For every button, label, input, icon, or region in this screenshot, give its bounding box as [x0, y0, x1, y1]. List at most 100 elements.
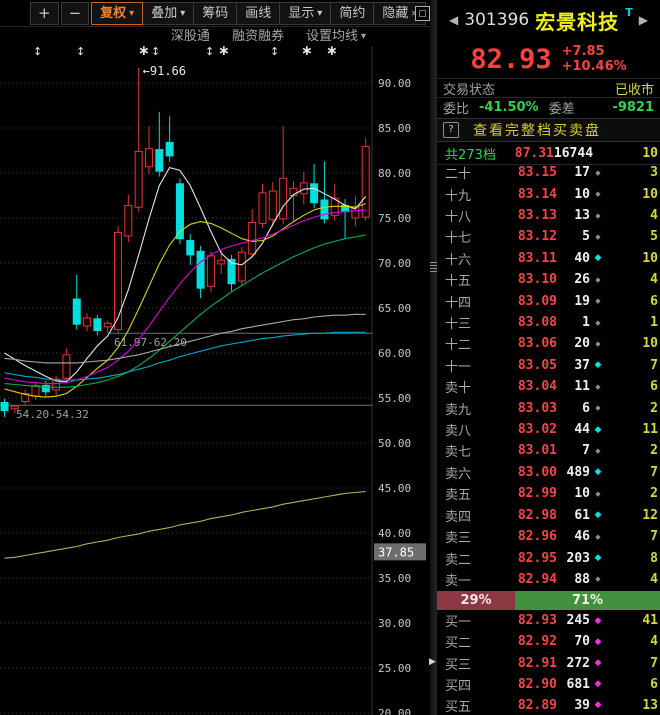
order-diamond-icon: ◆: [590, 658, 606, 668]
fullscreen-icon[interactable]: [415, 6, 430, 21]
buy-level-row[interactable]: 买二82.9270◆4: [437, 631, 660, 652]
toolbar-divider: [0, 26, 430, 27]
sell-level-row[interactable]: 卖八83.0244◆11: [437, 419, 660, 440]
sell-level-row[interactable]: 十一83.0537◆7: [437, 355, 660, 376]
sell-level-row[interactable]: 二十83.1517◆3: [437, 162, 660, 183]
panel-divider[interactable]: ▶: [430, 0, 437, 715]
sell-level-row[interactable]: 卖四82.9861◆12: [437, 505, 660, 526]
toolbar-button-叠加[interactable]: 叠加▾: [143, 2, 194, 25]
sell-level-row[interactable]: 十三83.081◆1: [437, 312, 660, 333]
sell-level-row[interactable]: 卖七83.017◆2: [437, 440, 660, 461]
sell-level-row[interactable]: 十八83.1313◆4: [437, 205, 660, 226]
sell-level-row[interactable]: 十四83.0919◆6: [437, 290, 660, 311]
level-price: 83.14: [487, 187, 557, 202]
level-volume: 70: [557, 634, 590, 649]
chevron-down-icon: ▾: [361, 28, 366, 45]
level-order-count: 4: [606, 272, 658, 287]
full-orderbook-link[interactable]: ? 查看完整档买卖盘: [437, 118, 660, 142]
subnav-item-融资融券[interactable]: 融资融券: [232, 28, 284, 45]
order-diamond-icon: ◆: [590, 510, 606, 520]
sell-level-row[interactable]: 十六83.1140◆10: [437, 248, 660, 269]
buy-ratio: 71%: [515, 591, 660, 610]
level-label: 十四: [445, 292, 487, 311]
order-diamond-icon: ◆: [590, 446, 606, 456]
svg-text:60.00: 60.00: [378, 347, 411, 360]
sell-level-row[interactable]: 十二83.0620◆10: [437, 333, 660, 354]
level-label: 十九: [445, 185, 487, 204]
svg-text:35.00: 35.00: [378, 572, 411, 585]
level-volume: 40: [557, 251, 590, 266]
level-label: 十六: [445, 249, 487, 268]
stock-name: 宏景科技: [535, 6, 619, 35]
level-volume: 20: [557, 336, 590, 351]
buy-level-row[interactable]: 买四82.90681◆6: [437, 674, 660, 695]
svg-text:54.20-54.32: 54.20-54.32: [16, 408, 89, 421]
divider-grip-icon[interactable]: [430, 262, 437, 273]
toolbar-button-−[interactable]: −: [61, 2, 90, 25]
level-order-count: 7: [606, 465, 658, 480]
buy-level-row[interactable]: 买一82.93245◆41: [437, 610, 660, 631]
prev-stock-arrow-icon[interactable]: ◀: [449, 13, 458, 27]
buy-level-row[interactable]: 买五82.8939◆13: [437, 695, 660, 715]
level-price: 82.90: [487, 677, 557, 692]
level-volume: 7: [557, 443, 590, 458]
help-icon[interactable]: ?: [443, 122, 459, 138]
level-volume: 17: [557, 165, 590, 180]
toolbar-button-筹码[interactable]: 筹码: [194, 2, 237, 25]
level-label: 十七: [445, 227, 487, 246]
level-label: 买五: [445, 696, 487, 715]
order-diamond-icon: ◆: [590, 532, 606, 542]
sell-level-row[interactable]: 卖十83.0411◆6: [437, 376, 660, 397]
sell-level-row[interactable]: 卖二82.95203◆8: [437, 547, 660, 568]
level-price: 82.98: [487, 508, 557, 523]
level-price: 83.09: [487, 294, 557, 309]
order-diamond-icon: ◆: [590, 275, 606, 285]
order-diamond-icon: ◆: [590, 360, 606, 370]
trade-status-row: 交易状态 已收市: [437, 78, 660, 97]
sell-level-row[interactable]: 十五83.1026◆4: [437, 269, 660, 290]
candlestick-chart[interactable]: 90.0085.0080.0075.0070.0065.0060.0055.00…: [0, 46, 430, 715]
level-label: 卖一: [445, 570, 487, 589]
order-diamond-icon: ◆: [590, 467, 606, 477]
level-label: 卖四: [445, 506, 487, 525]
level-volume: 19: [557, 294, 590, 309]
level-volume: 489: [557, 465, 590, 480]
sell-level-row[interactable]: 卖九83.036◆2: [437, 397, 660, 418]
sell-level-row[interactable]: 卖五82.9910◆2: [437, 483, 660, 504]
level-order-count: 41: [606, 613, 658, 628]
svg-text:70.00: 70.00: [378, 257, 411, 270]
next-stock-arrow-icon[interactable]: ▶: [639, 13, 648, 27]
collapse-arrow-icon[interactable]: ▶: [429, 653, 436, 671]
svg-text:50.00: 50.00: [378, 437, 411, 450]
order-diamond-icon: ◆: [590, 553, 606, 563]
sell-level-row[interactable]: 卖一82.9488◆4: [437, 569, 660, 590]
svg-text:25.00: 25.00: [378, 662, 411, 675]
level-volume: 44: [557, 422, 590, 437]
sell-level-row[interactable]: 十七83.125◆5: [437, 226, 660, 247]
toolbar-button-显示[interactable]: 显示▾: [280, 2, 331, 25]
order-diamond-icon: ◆: [590, 700, 606, 710]
svg-text:37.85: 37.85: [378, 545, 414, 559]
level-price: 83.04: [487, 379, 557, 394]
level-price: 83.01: [487, 443, 557, 458]
sell-levels: 二十83.1517◆3十九83.1410◆10十八83.1313◆4十七83.1…: [437, 162, 660, 590]
level-order-count: 6: [606, 379, 658, 394]
level-order-count: 11: [606, 422, 658, 437]
order-diamond-icon: ◆: [590, 403, 606, 413]
sell-level-row[interactable]: 十九83.1410◆10: [437, 183, 660, 204]
weicha-label: 委差: [549, 98, 575, 117]
level-price: 82.93: [487, 613, 557, 628]
subnav-item-深股通[interactable]: 深股通: [171, 28, 210, 45]
buy-level-row[interactable]: 买三82.91272◆7: [437, 652, 660, 673]
order-diamond-icon: ◆: [590, 296, 606, 306]
level-label: 十三: [445, 313, 487, 332]
toolbar-button-+[interactable]: +: [30, 2, 59, 25]
toolbar-button-画线[interactable]: 画线: [237, 2, 280, 25]
level-price: 82.91: [487, 656, 557, 671]
sell-level-row[interactable]: 卖三82.9646◆7: [437, 526, 660, 547]
weibi-value: -41.50%: [479, 100, 539, 115]
sell-level-row[interactable]: 卖六83.00489◆7: [437, 462, 660, 483]
toolbar-button-简约[interactable]: 简约: [331, 2, 374, 25]
level-volume: 10: [557, 187, 590, 202]
toolbar-button-复权[interactable]: 复权▾: [91, 2, 143, 25]
